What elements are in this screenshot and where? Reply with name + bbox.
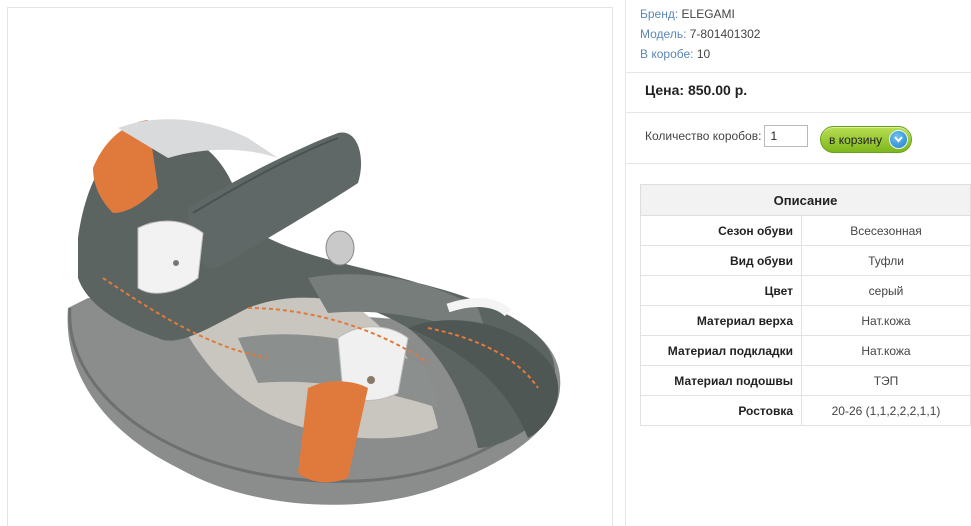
add-to-cart-button[interactable]: в корзину [820,126,912,153]
quantity-label: Количество коробов: [645,129,762,143]
row-value: ТЭП [801,365,971,396]
price-text: Цена: 850.00 р. [645,82,748,98]
row-value: Туфли [801,245,971,276]
row-value: Нат.кожа [801,305,971,336]
cart-separator [626,163,971,164]
table-row: Вид обуви Туфли [640,245,971,276]
product-sandal-image[interactable] [8,8,614,526]
row-key: Ростовка [640,395,802,426]
brand-label: Бренд: [640,7,679,21]
model-value: 7-801401302 [689,27,761,41]
cart-arrow-icon [889,130,908,149]
row-key: Материал подошвы [640,365,802,396]
row-key: Сезон обуви [640,215,802,246]
table-row: Материал подкладки Нат.кожа [640,335,971,366]
product-meta: Бренд: ELEGAMI Модель: 7-801401302 В кор… [640,4,760,64]
row-value: Всесезонная [801,215,971,246]
row-value: Нат.кожа [801,335,971,366]
brand-row: Бренд: ELEGAMI [640,4,760,24]
row-key: Цвет [640,275,802,306]
product-image-frame[interactable] [7,7,613,526]
box-count-row: В коробе: 10 [640,44,760,64]
description-table: Описание Сезон обуви Всесезонная Вид обу… [640,184,971,426]
table-row: Сезон обуви Всесезонная [640,215,971,246]
box-count-label: В коробе: [640,47,694,61]
model-label: Модель: [640,27,687,41]
price-separator [626,112,971,113]
table-row: Материал подошвы ТЭП [640,365,971,396]
brand-value: ELEGAMI [681,7,735,21]
row-key: Вид обуви [640,245,802,276]
table-row: Материал верха Нат.кожа [640,305,971,336]
description-title: Описание [640,184,971,216]
table-row: Ростовка 20-26 (1,1,2,2,2,1,1) [640,395,971,426]
meta-separator [626,72,971,73]
row-value: серый [801,275,971,306]
row-value: 20-26 (1,1,2,2,2,1,1) [801,395,971,426]
column-divider [625,0,626,526]
row-key: Материал подкладки [640,335,802,366]
row-key: Материал верха [640,305,802,336]
quantity-row: Количество коробов: [645,124,809,148]
box-count-value: 10 [696,47,711,61]
table-row: Цвет серый [640,275,971,306]
model-row: Модель: 7-801401302 [640,24,760,44]
quantity-input[interactable] [764,125,809,147]
add-to-cart-label: в корзину [829,132,883,147]
